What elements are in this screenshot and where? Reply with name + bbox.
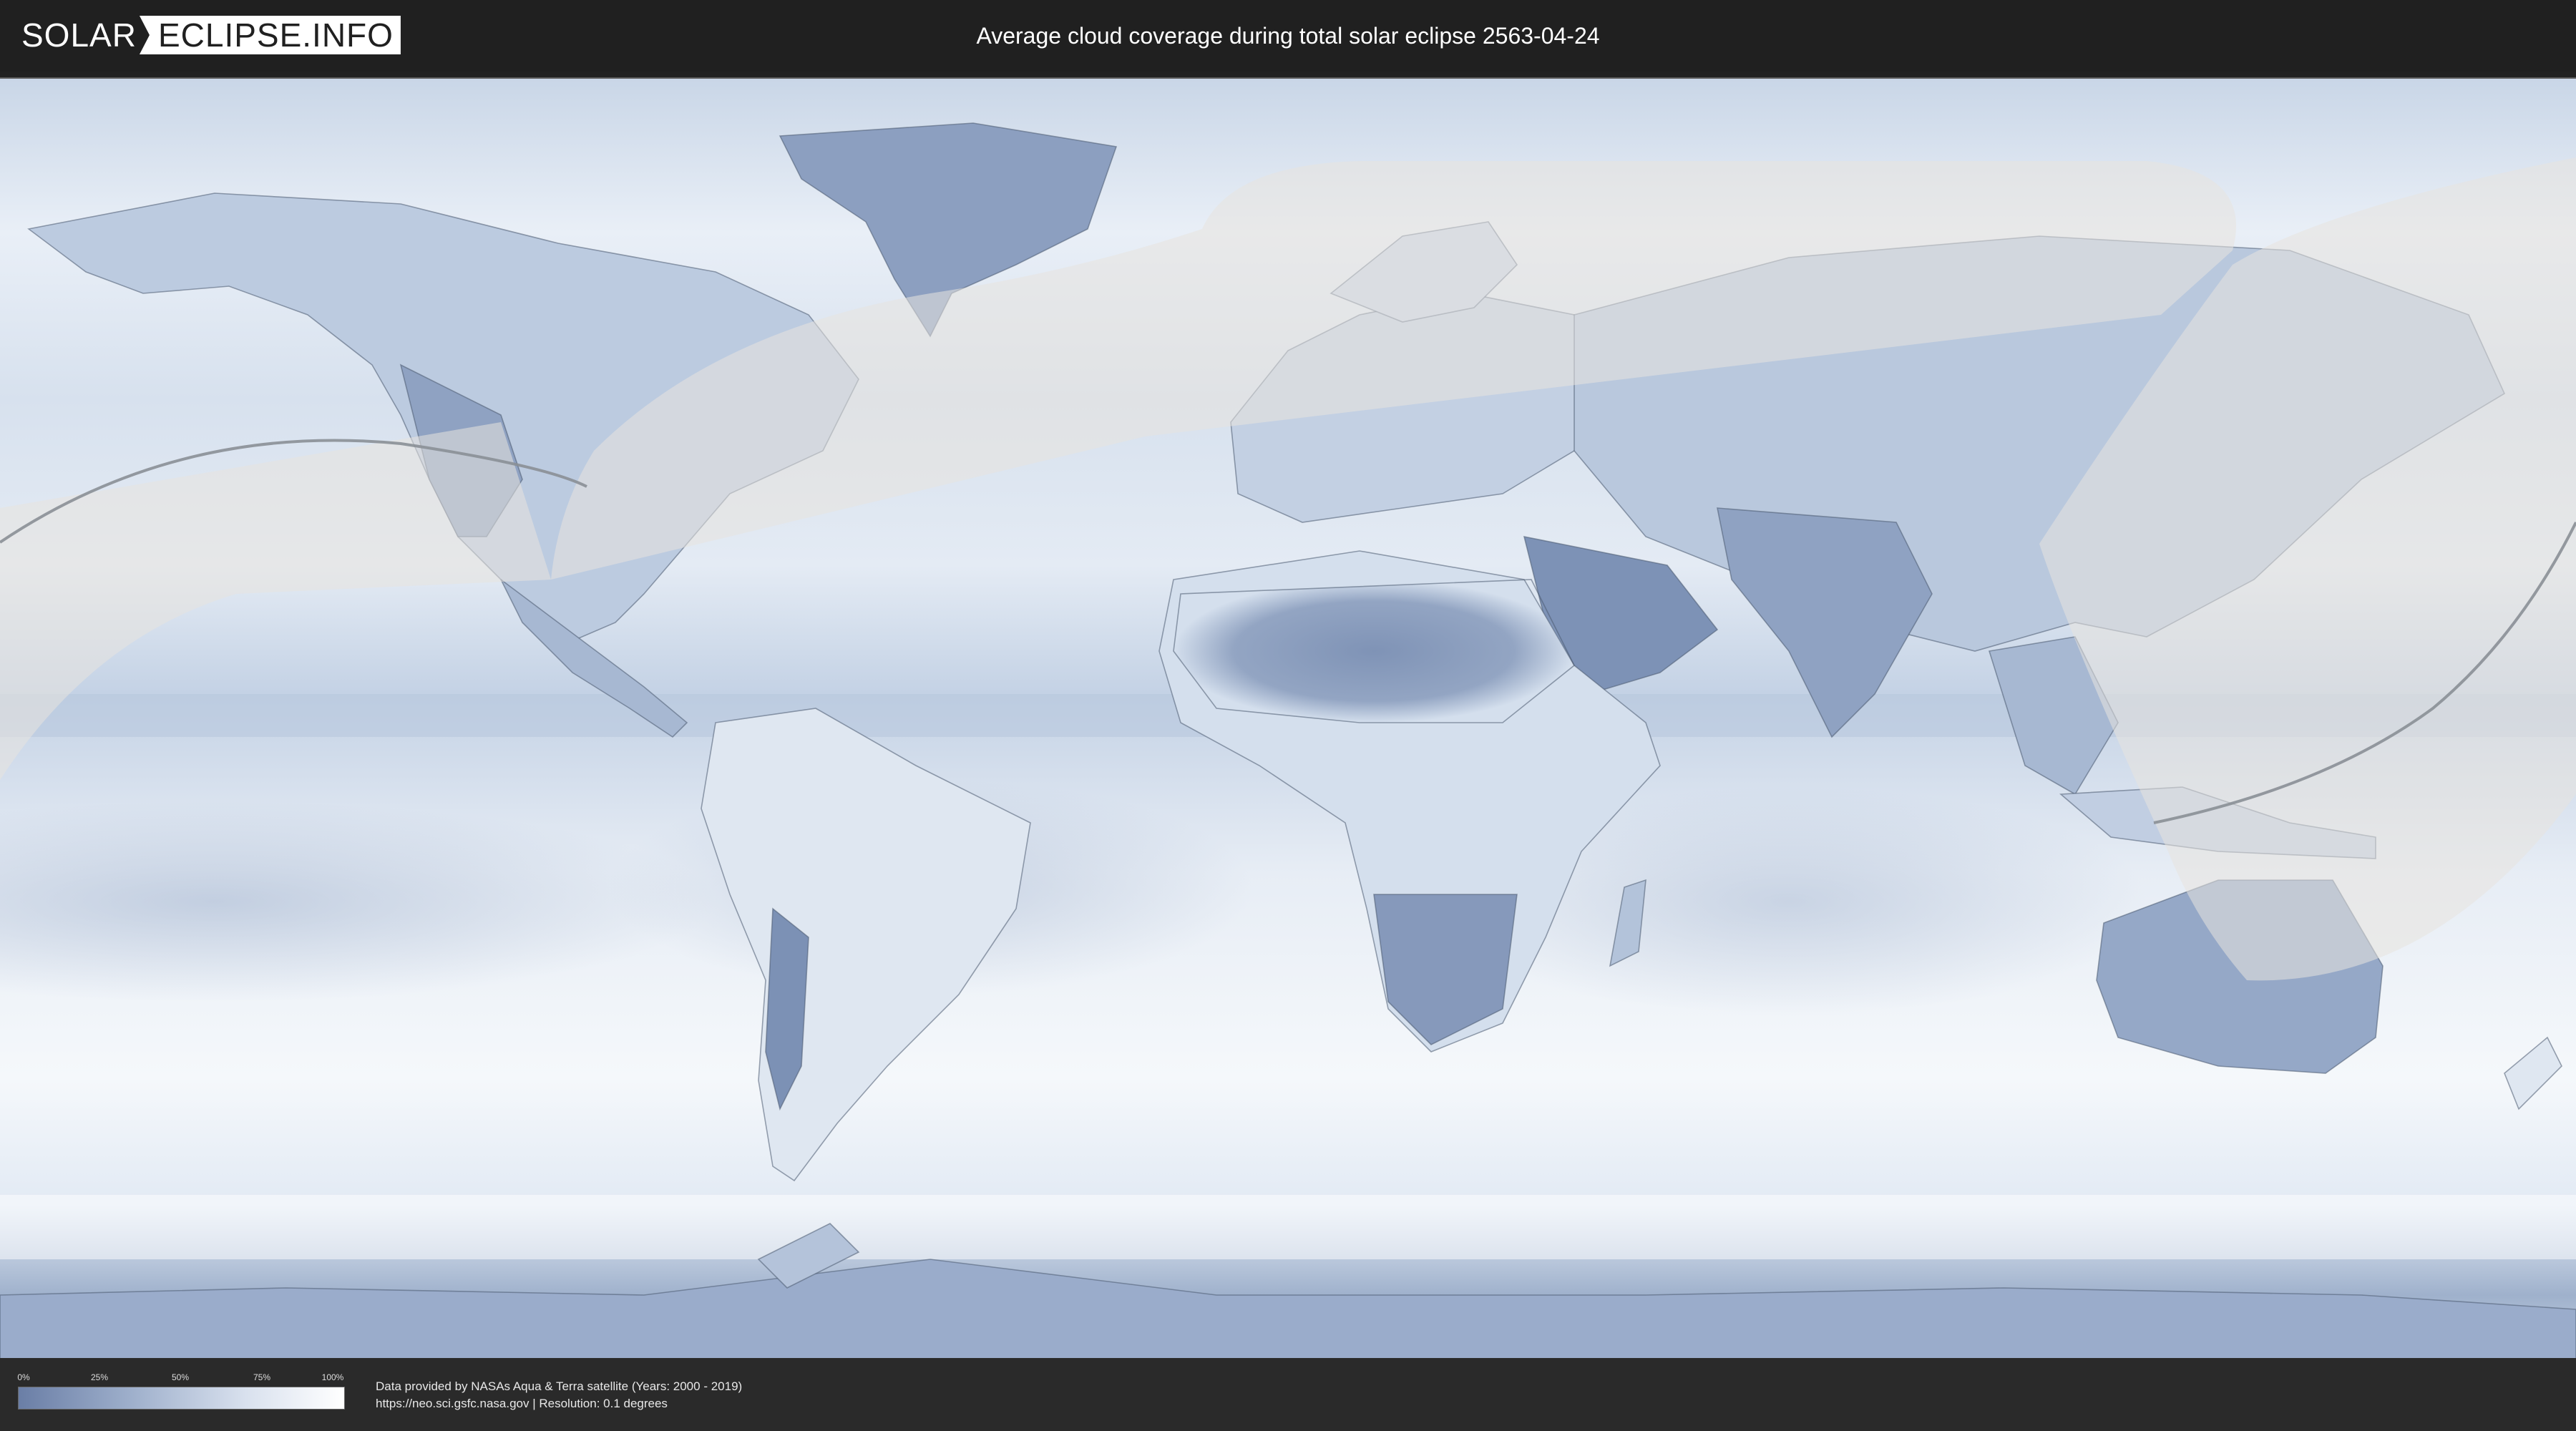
footer-bar: 0% 25% 50% 75% 100% Data provided by NAS… <box>0 1358 2576 1431</box>
legend-tick: 100% <box>321 1372 344 1382</box>
cloud-coverage-map <box>0 77 2576 1359</box>
credit-line-url: https://neo.sci.gsfc.nasa.gov | Resoluti… <box>376 1397 668 1410</box>
southern-ocean-band <box>0 1195 2576 1259</box>
world-map-graphic <box>0 79 2576 1359</box>
legend-tick: 75% <box>253 1372 271 1382</box>
legend-color-bar <box>18 1387 345 1410</box>
legend-tick: 50% <box>171 1372 190 1382</box>
legend-tick: 25% <box>90 1372 109 1382</box>
page-title: Average cloud coverage during total sola… <box>976 23 1600 49</box>
credit-line-source: Data provided by NASAs Aqua & Terra sate… <box>376 1379 743 1393</box>
sahara-clear <box>1173 579 1576 723</box>
cloud-coverage-legend: 0% 25% 50% 75% 100% <box>17 1372 345 1415</box>
legend-tick: 0% <box>17 1372 30 1382</box>
data-credit: Data provided by NASAs Aqua & Terra sate… <box>376 1378 742 1412</box>
header-bar: SOLAR ECLIPSE.INFO Average cloud coverag… <box>0 0 2576 72</box>
